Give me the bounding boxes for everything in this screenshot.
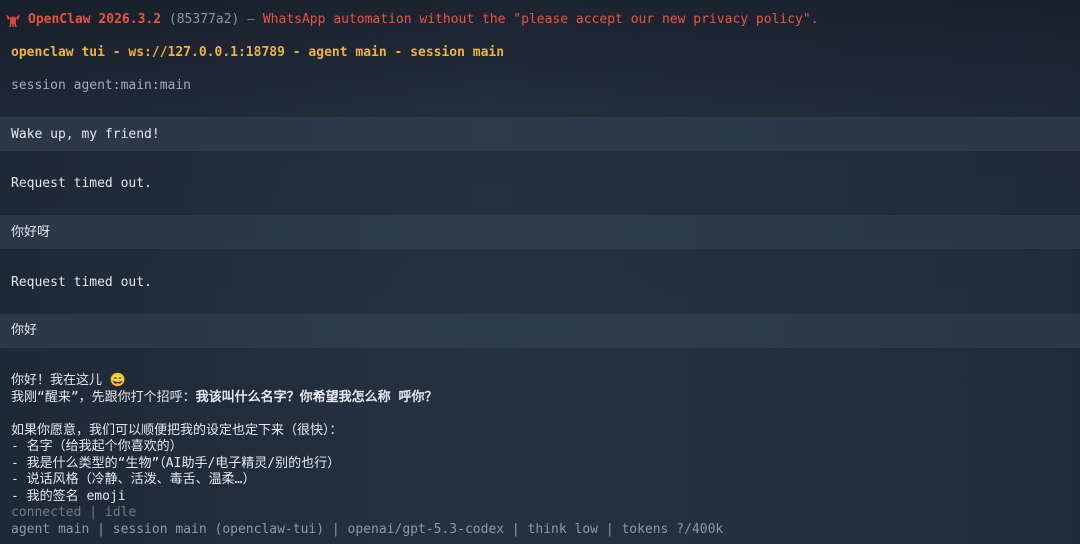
system-message: Request timed out. [11,176,152,191]
assistant-reply-line: 我刚“醒来”，先跟你打个招呼：我该叫什么名字？你希望我怎么称 呼你？ [11,389,437,406]
status-footer: agent main | session main (openclaw-tui)… [11,522,724,537]
assistant-reply-line: 如果你愿意，我们可以顺便把我的设定也定下来（很快）： [11,423,343,438]
assistant-reply-line: 你好！我在这儿 😄 [11,373,127,388]
list-item: - 说话风格（冷静、活泼、毒舌、温柔…） [11,472,256,487]
user-message: 你好呀 [11,225,51,240]
user-message-bg [0,215,1080,249]
brand-name: OpenClaw [28,12,91,27]
user-message-bg [0,117,1080,151]
list-item: - 我的签名 emoji [11,489,126,504]
list-item: - 我是什么类型的“生物”（AI助手/电子精灵/别的也行） [11,456,341,471]
reply-text: 我刚“醒来”，先跟你打个招呼： [11,390,196,405]
tui-header-title: openclaw tui - ws://127.0.0.1:18789 - ag… [11,45,505,60]
version-number: 2026.3.2 [98,12,162,27]
list-item: - 名字（给我起个你喜欢的） [11,439,183,454]
user-message: 你好 [11,323,38,338]
user-message-bg [0,314,1080,348]
banner: OpenClaw 2026.3.2 (85377a2) — WhatsApp a… [4,11,819,28]
terminal-window[interactable]: OpenClaw 2026.3.2 (85377a2) — WhatsApp a… [0,0,1080,544]
user-message: Wake up, my friend! [11,127,160,142]
session-line: session agent:main:main [11,78,192,93]
lobster-claw-icon [6,13,20,27]
system-message: Request timed out. [11,275,152,290]
connection-status: connected | idle [11,505,137,520]
commit-hash: (85377a2) [168,12,240,27]
tagline: — WhatsApp automation without the "pleas… [247,12,819,27]
reply-bold-question: 我该叫什么名字？你希望我怎么称 呼你？ [195,390,438,405]
